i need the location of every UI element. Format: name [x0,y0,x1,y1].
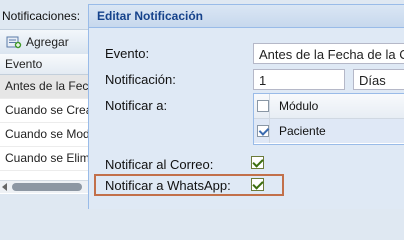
toolbar: Agregar [0,29,98,55]
dialog-title: Editar Notificación [89,5,404,28]
table-row[interactable]: Antes de la Fech [0,75,98,99]
evento-label: Evento: [105,46,150,61]
whatsapp-checkbox[interactable] [251,178,264,191]
horizontal-scrollbar[interactable] [0,180,98,193]
notificar-a-label: Notificar a: [105,98,168,113]
notificacion-label: Notificación: [105,72,176,87]
table-row[interactable]: Cuando se Elimi [0,147,98,171]
list-item[interactable]: Paciente [254,119,404,143]
recipients-grid: Módulo Paciente [253,93,404,145]
evento-field[interactable]: Antes de la Fecha de la Cita [253,43,404,64]
notificacion-field[interactable]: 1 [253,69,345,90]
panel-title: Notificaciones: [2,9,81,23]
list-item[interactable]: Módulo [254,94,404,119]
paciente-checkbox[interactable] [257,125,269,137]
correo-checkbox[interactable] [251,156,264,169]
notifications-panel: Notificaciones: Agregar Evento Antes de … [0,0,99,204]
add-button[interactable]: Agregar [6,33,69,51]
edit-notification-dialog: Editar Notificación Evento: Antes de la … [88,4,404,209]
table-row[interactable]: Cuando se Crea [0,99,98,123]
add-button-label: Agregar [26,35,69,49]
option-label: Paciente [279,124,326,138]
table-row[interactable]: Cuando se Modi [0,123,98,147]
option-label: Módulo [279,99,319,113]
add-list-icon [6,35,22,49]
modulo-checkbox[interactable] [257,100,269,112]
column-header-evento[interactable]: Evento [0,54,98,75]
dialog-body: Evento: Antes de la Fecha de la Cita Not… [89,28,404,209]
unit-select[interactable]: Días [353,69,404,90]
scroll-left-icon[interactable] [2,183,7,191]
whatsapp-label: Notificar a WhatsApp: [105,178,231,193]
events-grid: Evento Antes de la Fech Cuando se Crea C… [0,54,99,194]
scrollbar-thumb[interactable] [12,183,82,191]
correo-label: Notificar al Correo: [105,157,214,172]
